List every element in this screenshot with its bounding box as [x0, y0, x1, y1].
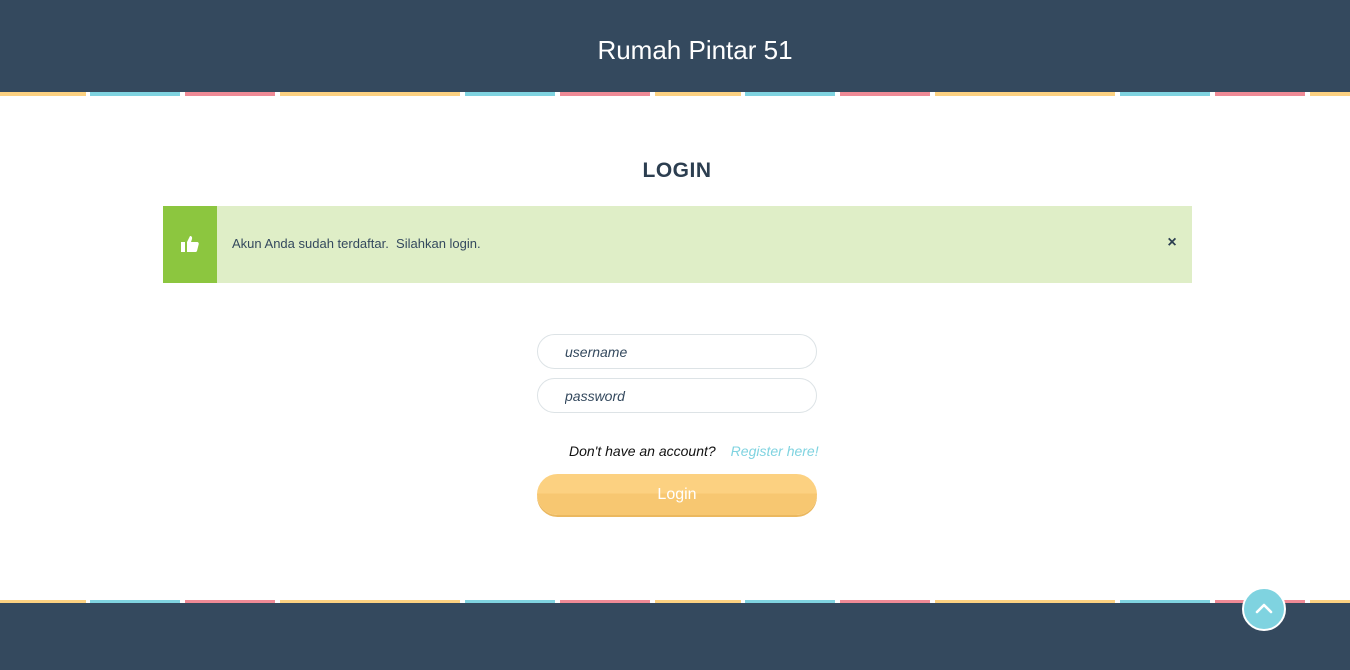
site-title: Rumah Pintar 51 — [597, 35, 793, 65]
alert-icon-box — [163, 206, 217, 283]
success-alert: Akun Anda sudah terdaftar. Silahkan logi… — [163, 206, 1192, 283]
site-header: Rumah Pintar 51 — [0, 0, 1350, 92]
page-title: LOGIN — [642, 159, 712, 182]
register-link[interactable]: Register here! — [731, 443, 819, 459]
register-prompt: Don't have an account? — [569, 443, 716, 459]
scroll-to-top-button[interactable] — [1242, 587, 1286, 631]
alert-message: Akun Anda sudah terdaftar. Silahkan logi… — [232, 236, 481, 251]
register-row: Don't have an account? Register here! — [569, 443, 819, 459]
login-button[interactable]: Login — [537, 474, 817, 515]
thumbs-up-icon — [181, 236, 199, 252]
header-color-stripe — [0, 92, 1350, 96]
password-input[interactable] — [537, 378, 817, 413]
site-footer — [0, 603, 1350, 670]
username-input[interactable] — [537, 334, 817, 369]
chevron-up-icon — [1255, 603, 1273, 614]
close-icon[interactable]: × — [1165, 234, 1179, 252]
